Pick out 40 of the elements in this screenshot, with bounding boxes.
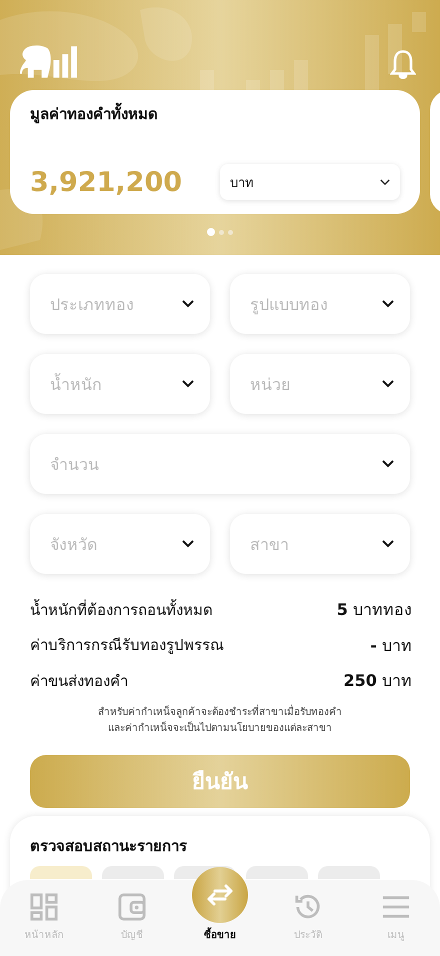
chevron-down-icon: [382, 300, 394, 308]
dropdown-field[interactable]: จำนวน: [30, 434, 410, 494]
bell-icon[interactable]: [390, 49, 416, 80]
summary-value: 5 บาททอง: [336, 599, 412, 622]
dropdown-field[interactable]: รูปแบบทอง: [230, 274, 410, 334]
chevron-down-icon: [382, 540, 394, 548]
chevron-down-icon: [182, 380, 194, 388]
confirm-button[interactable]: ยืนยัน: [30, 754, 410, 808]
wallet-icon: [118, 893, 146, 921]
summary-label: ค่าขนส่งทองคำ: [30, 670, 128, 692]
dropdown-field[interactable]: หน่วย: [230, 354, 410, 414]
chevron-down-icon: [182, 540, 194, 548]
nav-item[interactable]: หน้าหลัก: [9, 893, 79, 942]
chevron-down-icon: [380, 178, 390, 186]
chevron-down-icon: [382, 460, 394, 468]
chevron-down-icon: [382, 380, 394, 388]
card-title: มูลค่าทองคำทั้งหมด: [30, 102, 400, 126]
summary-label: ค่าบริการกรณีรับทองรูปพรรณ: [30, 635, 224, 656]
unit-dropdown[interactable]: บาท: [220, 164, 400, 200]
nav-item[interactable]: ประวัติ: [273, 893, 343, 942]
carousel-dot[interactable]: [228, 230, 233, 234]
status-filter-chip[interactable]: [30, 866, 92, 878]
summary-label: น้ำหนักที่ต้องการถอนทั้งหมด: [30, 598, 213, 621]
chevron-down-icon: [182, 300, 194, 308]
nav-item[interactable]: บัญชี: [97, 893, 167, 942]
dropdown-field[interactable]: ประเภททอง: [30, 274, 210, 334]
dropdown-field[interactable]: น้ำหนัก: [30, 354, 210, 414]
history-icon: [294, 893, 322, 921]
total-amount: 3,921,200: [30, 166, 182, 198]
dropdown-field[interactable]: จังหวัด: [30, 514, 210, 574]
summary-value: - บาท: [370, 634, 412, 657]
grid-icon: [30, 893, 58, 921]
fee-note: สำหรับค่ากำเหน็จลูกค้าจะต้องชำระที่สาขาเมื่อรับทองคำ และค่ากำเหน็จจะเป็นไปตามนโยบายของแต่ละสาขา: [97, 704, 343, 736]
status-title: ตรวจสอบสถานะรายการ: [30, 836, 188, 856]
nav-item[interactable]: เมนู: [361, 893, 431, 942]
carousel-dot[interactable]: [219, 230, 224, 234]
elephant-logo-icon: [20, 44, 77, 80]
dropdown-field[interactable]: สาขา: [230, 514, 410, 574]
swap-arrows-icon: [205, 883, 235, 907]
summary-value: 250 บาท: [344, 670, 412, 692]
